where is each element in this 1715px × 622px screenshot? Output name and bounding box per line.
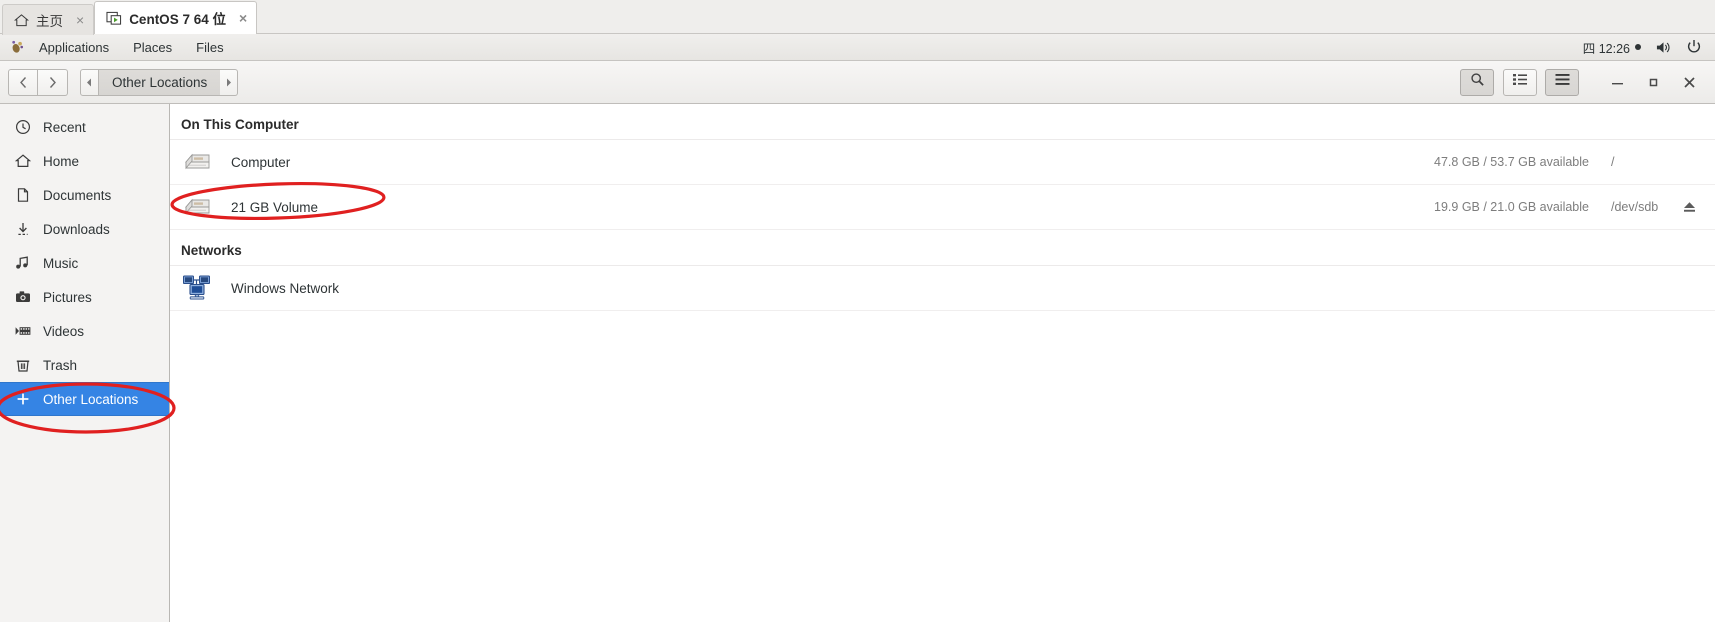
notification-dot-icon [1635, 44, 1641, 50]
sidebar-item-label: Other Locations [43, 391, 139, 407]
maximize-button[interactable] [1635, 67, 1671, 97]
path-scroll-right-button[interactable] [220, 68, 239, 96]
breadcrumb-other-locations[interactable]: Other Locations [99, 68, 221, 96]
sidebar-item-other-locations[interactable]: Other Locations [0, 382, 169, 416]
volume-icon[interactable] [1655, 40, 1672, 55]
table-row[interactable]: Computer 47.8 GB / 53.7 GB available / [170, 140, 1715, 185]
sidebar-item-trash[interactable]: Trash [0, 348, 169, 382]
section-header-networks: Networks [170, 230, 1715, 266]
sidebar-item-label: Recent [43, 119, 86, 135]
search-icon [1470, 72, 1485, 92]
vm-screen-icon [106, 11, 122, 26]
window-controls [1599, 67, 1707, 97]
home-icon [14, 13, 29, 28]
clock-label: 四 12:26 [1582, 41, 1630, 56]
hard-disk-icon [181, 146, 213, 178]
plus-icon [14, 391, 31, 408]
eject-icon[interactable] [1663, 200, 1715, 214]
close-icon[interactable]: × [76, 13, 84, 27]
network-workgroup-icon [181, 272, 213, 304]
music-icon [14, 255, 31, 272]
menu-files[interactable]: Files [187, 34, 232, 61]
device-path: / [1611, 155, 1615, 169]
location-name: Computer [231, 154, 291, 170]
sidebar-item-home[interactable]: Home [0, 144, 169, 178]
menu-places[interactable]: Places [124, 34, 181, 61]
vm-tab-label: CentOS 7 64 位 [129, 12, 226, 27]
location-name: 21 GB Volume [231, 199, 319, 215]
vm-tab-centos[interactable]: CentOS 7 64 位 × [94, 1, 258, 34]
hamburger-menu-icon [1555, 73, 1570, 91]
sidebar: Recent Home Documents Downloads Music Pi… [0, 104, 170, 622]
location-meta: 47.8 GB / 53.7 GB available / [1434, 155, 1715, 169]
location-meta: 19.9 GB / 21.0 GB available /dev/sdb [1434, 200, 1715, 214]
table-row[interactable]: Windows Network [170, 266, 1715, 311]
headerbar-right-group [1460, 67, 1707, 97]
close-icon[interactable]: × [239, 11, 247, 25]
clock[interactable]: 四 12:26 [1583, 38, 1641, 57]
device-path: /dev/sdb [1611, 200, 1659, 214]
disk-free-space: 19.9 GB / 21.0 GB available [1434, 200, 1589, 214]
breadcrumb: Other Locations [80, 68, 239, 96]
gnome-top-panel: Applications Places Files 四 12:26 [0, 34, 1715, 61]
panel-status-area: 四 12:26 [1583, 38, 1707, 57]
minimize-button[interactable] [1599, 67, 1635, 97]
files-headerbar: Other Locations [0, 61, 1715, 104]
nav-button-group [8, 68, 68, 96]
trash-icon [14, 357, 31, 374]
sidebar-item-videos[interactable]: Videos [0, 314, 169, 348]
view-list-button[interactable] [1503, 68, 1537, 96]
view-list-icon [1512, 73, 1528, 91]
sidebar-item-label: Documents [43, 187, 112, 203]
vm-tab-bar: 主页 × CentOS 7 64 位 × [0, 0, 1715, 35]
vm-tab-home[interactable]: 主页 × [2, 4, 95, 35]
files-window-body: Recent Home Documents Downloads Music Pi… [0, 104, 1715, 622]
path-scroll-left-button[interactable] [80, 68, 99, 96]
main-menu-button[interactable] [1545, 68, 1579, 96]
location-name: Windows Network [231, 280, 340, 296]
section-header-on-this-computer: On This Computer [170, 104, 1715, 140]
camera-icon [14, 289, 31, 306]
forward-button[interactable] [38, 68, 68, 96]
sidebar-item-music[interactable]: Music [0, 246, 169, 280]
locations-list: On This Computer Computer 47.8 GB / 53.7… [170, 104, 1715, 622]
menu-applications[interactable]: Applications [30, 34, 118, 61]
table-row[interactable]: 21 GB Volume 19.9 GB / 21.0 GB available… [170, 185, 1715, 230]
search-button[interactable] [1460, 68, 1494, 96]
home-icon [14, 153, 31, 170]
power-icon[interactable] [1686, 39, 1702, 55]
sidebar-item-pictures[interactable]: Pictures [0, 280, 169, 314]
sidebar-item-label: Home [43, 153, 80, 169]
sidebar-item-documents[interactable]: Documents [0, 178, 169, 212]
sidebar-item-downloads[interactable]: Downloads [0, 212, 169, 246]
sidebar-item-recent[interactable]: Recent [0, 110, 169, 144]
vm-tab-label: 主页 [36, 14, 63, 29]
video-icon [14, 323, 31, 340]
sidebar-item-label: Pictures [43, 289, 92, 305]
sidebar-item-label: Downloads [43, 221, 110, 237]
back-button[interactable] [8, 68, 38, 96]
sidebar-item-label: Music [43, 255, 79, 271]
sidebar-item-label: Videos [43, 323, 85, 339]
gnome-foot-icon [10, 40, 24, 54]
panel-menu-group: Applications Places Files [6, 34, 241, 60]
sidebar-item-label: Trash [43, 357, 78, 373]
close-button[interactable] [1671, 67, 1707, 97]
hard-disk-icon [181, 191, 213, 223]
document-icon [14, 187, 31, 204]
clock-icon [14, 119, 31, 136]
disk-free-space: 47.8 GB / 53.7 GB available [1434, 155, 1589, 169]
download-icon [14, 221, 31, 238]
